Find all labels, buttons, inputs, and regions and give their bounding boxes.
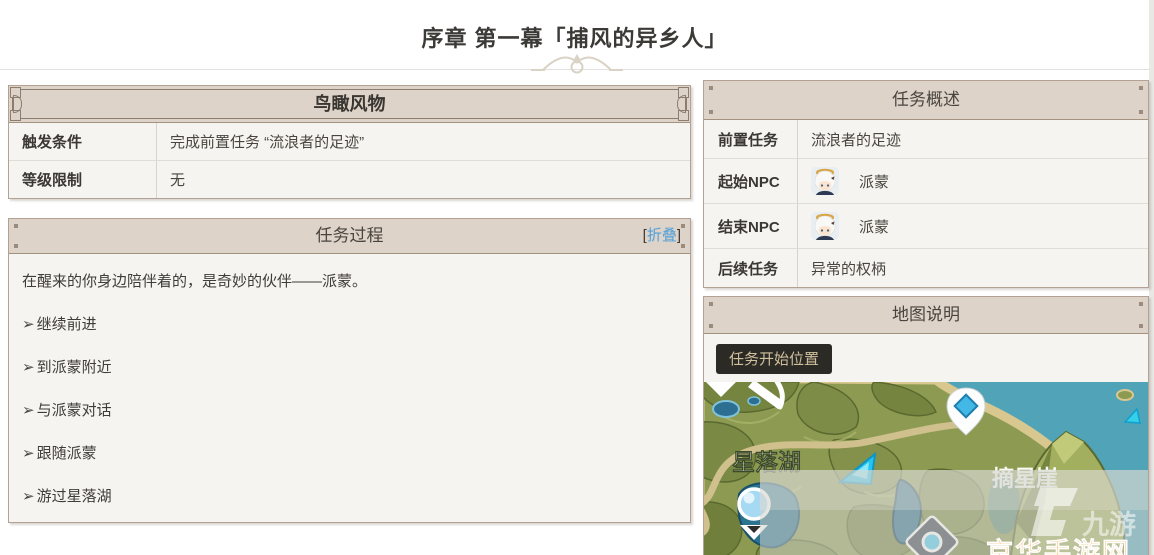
paimon-avatar [811, 212, 839, 240]
step-arrow-icon: ➢ [22, 316, 35, 333]
row-value: 派蒙 [798, 204, 1148, 248]
left-column: 鸟瞰风物 触发条件 完成前置任务 “流浪者的足迹” 等级限制 无 任务过程 [折… [8, 85, 691, 523]
quest-wiki-page: 序章 第一幕「捕风的异乡人」 鸟瞰风物 触发条件 完成前置任务 “流浪者的足迹”… [0, 0, 1154, 555]
process-panel: 任务过程 [折叠] 在醒来的你身边陪伴着的，是奇妙的伙伴——派蒙。 ➢ 继续前进 … [8, 218, 691, 523]
row-value: 派蒙 [798, 159, 1148, 203]
summary-table: 前置任务 流浪者的足迹 起始NPC 派蒙 结束NPC 派蒙 后续任务 异常的权柄 [704, 120, 1148, 287]
process-intro: 在醒来的你身边陪伴着的，是奇妙的伙伴——派蒙。 [22, 273, 368, 290]
table-row: 结束NPC 派蒙 [704, 203, 1148, 248]
row-label: 起始NPC [704, 159, 798, 203]
faint-watermark-text: 九游 [1082, 510, 1136, 540]
step-text: 跟随派蒙 [36, 445, 97, 462]
map-image: 星落湖 摘星崖 [704, 382, 1148, 555]
process-body: 在醒来的你身边陪伴着的，是奇妙的伙伴——派蒙。 ➢ 继续前进 ➢ 到派蒙附近 ➢ 与派… [9, 270, 690, 522]
quest-step: ➢ 继续前进 [22, 313, 677, 334]
table-row: 起始NPC 派蒙 [704, 158, 1148, 203]
row-label: 后续任务 [704, 249, 798, 287]
row-label: 等级限制 [9, 161, 157, 198]
page-title: 序章 第一幕「捕风的异乡人」 [421, 26, 728, 51]
step-text: 游过星落湖 [36, 488, 112, 505]
row-label: 结束NPC [704, 204, 798, 248]
step-arrow-icon: ➢ [22, 488, 35, 505]
overview-panel: 鸟瞰风物 触发条件 完成前置任务 “流浪者的足迹” 等级限制 无 [8, 85, 691, 199]
npc-name: 派蒙 [859, 218, 890, 236]
row-value: 完成前置任务 “流浪者的足迹” [170, 134, 365, 151]
table-row: 前置任务 流浪者的足迹 [704, 120, 1148, 158]
quest-start-location-badge: 任务开始位置 [716, 344, 833, 374]
row-label: 前置任务 [704, 120, 798, 158]
page-edge-strip [1149, 0, 1154, 555]
step-text: 继续前进 [36, 316, 97, 333]
quest-step: ➢ 到派蒙附近 [22, 356, 677, 377]
summary-panel: 任务概述 前置任务 流浪者的足迹 起始NPC 派蒙 结束NPC 派蒙 后续任务 … [703, 80, 1149, 288]
table-row: 等级限制 无 [9, 160, 690, 198]
overview-panel-title: 鸟瞰风物 [313, 94, 386, 114]
quest-step: ➢ 游过星落湖 [22, 485, 677, 506]
step-text: 与派蒙对话 [36, 402, 112, 419]
quest-step: ➢ 跟随派蒙 [22, 442, 677, 463]
step-arrow-icon: ➢ [22, 445, 35, 462]
step-arrow-icon: ➢ [22, 402, 35, 419]
map-panel: 地图说明 任务开始位置 星落湖 九游 京华手游网 [703, 296, 1149, 555]
overview-panel-header: 鸟瞰风物 [9, 86, 690, 123]
step-arrow-icon: ➢ [22, 359, 35, 376]
quest-step: ➢ 与派蒙对话 [22, 399, 677, 420]
row-value: 无 [170, 172, 186, 189]
collapse-link[interactable]: [折叠] [643, 219, 681, 253]
table-row: 后续任务 异常的权柄 [704, 248, 1148, 287]
step-text: 到派蒙附近 [36, 359, 112, 376]
paimon-avatar [811, 167, 839, 195]
overview-table: 触发条件 完成前置任务 “流浪者的足迹” 等级限制 无 [9, 123, 690, 198]
right-column: 任务概述 前置任务 流浪者的足迹 起始NPC 派蒙 结束NPC 派蒙 后续任务 … [703, 80, 1149, 555]
summary-panel-header: 任务概述 [704, 81, 1148, 120]
row-value: 流浪者的足迹 [811, 131, 902, 149]
process-panel-title: 任务过程 [315, 226, 384, 245]
row-label: 触发条件 [9, 123, 157, 160]
row-value: 异常的权柄 [811, 260, 887, 278]
summary-panel-title: 任务概述 [892, 90, 960, 109]
map-panel-title: 地图说明 [892, 305, 960, 324]
table-row: 触发条件 完成前置任务 “流浪者的足迹” [9, 123, 690, 160]
map-panel-header: 地图说明 [704, 297, 1148, 334]
page-header: 序章 第一幕「捕风的异乡人」 [0, 0, 1149, 70]
watermark: 九游 京华手游网 [760, 470, 1148, 555]
process-panel-header: 任务过程 [折叠] [9, 219, 690, 254]
site-watermark-text: 京华手游网 [986, 537, 1131, 555]
map-pond [712, 400, 740, 418]
npc-name: 派蒙 [859, 173, 890, 191]
